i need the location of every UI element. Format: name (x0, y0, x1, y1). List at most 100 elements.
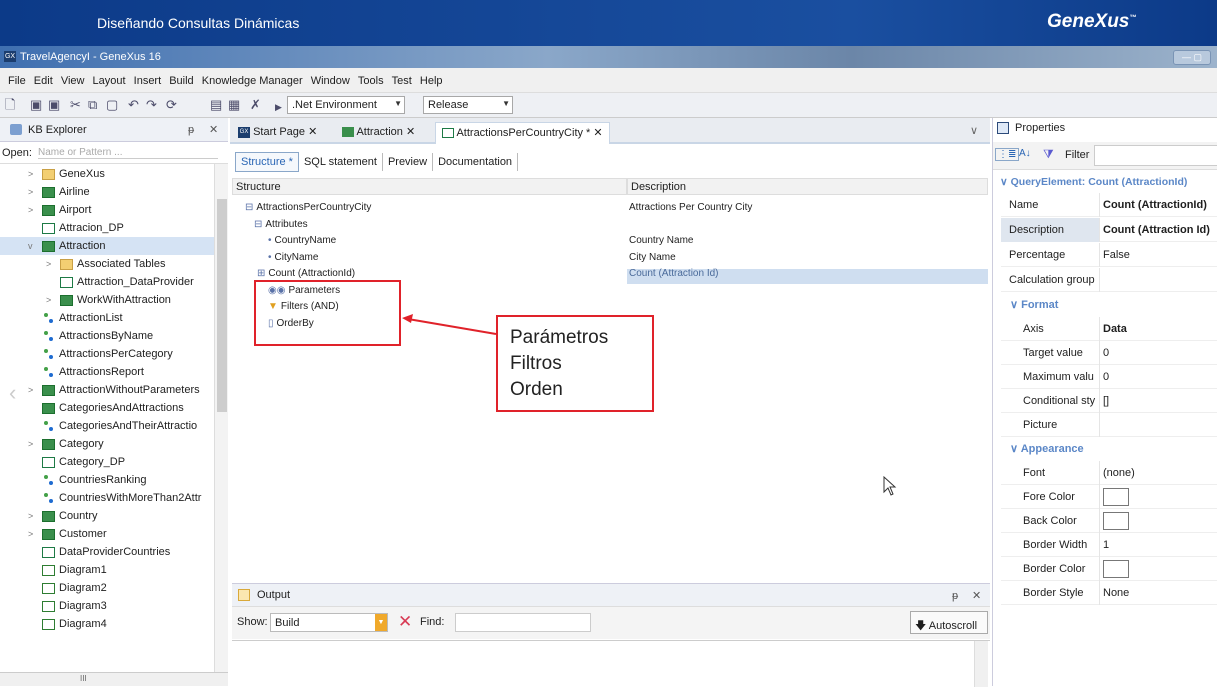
property-row[interactable]: Font (none) (1001, 461, 1217, 485)
menu-edit[interactable]: Edit (34, 75, 53, 87)
menu-file[interactable]: File (8, 75, 26, 87)
kb-tree-item[interactable]: CategoriesAndAttractions (0, 399, 214, 417)
property-value[interactable]: Count (Attraction Id) (1103, 218, 1210, 242)
pin-icon[interactable]: ᵽ (188, 124, 194, 136)
refresh-icon[interactable]: ⟳ (166, 98, 177, 112)
close-icon[interactable]: ✕ (593, 127, 602, 139)
kb-tree-item[interactable]: Diagram2 (0, 579, 214, 597)
query-element-header[interactable]: ∨ QueryElement: Count (AttractionId) (1000, 176, 1187, 188)
kb-tree-scrollbar[interactable] (214, 164, 228, 672)
open-pattern-input[interactable]: Name or Pattern ... (38, 147, 218, 159)
new-object-icon[interactable]: 🗋 (5, 98, 15, 112)
copy-icon[interactable]: ⧉ (88, 98, 97, 112)
kb-tree-item[interactable]: CategoriesAndTheirAttractio (0, 417, 214, 435)
close-icon[interactable]: ✕ (406, 126, 415, 138)
kb-tree-item[interactable]: Diagram3 (0, 597, 214, 615)
kb-tree-item[interactable]: CountriesRanking (0, 471, 214, 489)
chevron-right-icon[interactable]: > (28, 183, 33, 201)
subtab-preview[interactable]: Preview (383, 153, 434, 171)
property-row[interactable]: Axis Data (1001, 317, 1217, 341)
property-row[interactable]: Calculation group (1001, 268, 1217, 292)
kb-tree-item[interactable]: > WorkWithAttraction (0, 291, 214, 309)
structure-row[interactable]: • CityName (268, 250, 318, 266)
configuration-select[interactable]: Release ▼ (423, 96, 513, 114)
property-row[interactable]: Name Count (AttractionId) (1001, 193, 1217, 217)
property-value[interactable]: Data (1103, 317, 1127, 341)
kb-tree-item[interactable]: AttractionsReport (0, 363, 214, 381)
color-swatch[interactable] (1103, 488, 1129, 506)
close-icon[interactable]: ✕ (972, 589, 981, 602)
find-input[interactable] (455, 613, 591, 632)
property-row[interactable]: Maximum valu 0 (1001, 365, 1217, 389)
tab-start-page[interactable]: GX Start Page ✕ (232, 122, 323, 144)
menu-view[interactable]: View (61, 75, 85, 87)
kb-tree-item[interactable]: > Associated Tables (0, 255, 214, 273)
kb-tree-item[interactable]: DataProviderCountries (0, 543, 214, 561)
property-value[interactable]: 1 (1103, 533, 1109, 557)
menu-test[interactable]: Test (392, 75, 412, 87)
kb-tree-item[interactable]: CountriesWithMoreThan2Attr (0, 489, 214, 507)
format-category[interactable]: ∨ Format (1010, 298, 1058, 311)
filter-input[interactable] (1094, 145, 1217, 166)
property-row[interactable]: Conditional sty [] (1001, 389, 1217, 413)
property-row[interactable]: Target value 0 (1001, 341, 1217, 365)
chevron-right-icon[interactable]: > (28, 525, 33, 543)
chevron-right-icon[interactable]: > (28, 507, 33, 525)
property-row[interactable]: Percentage False (1001, 243, 1217, 267)
subtab-documentation[interactable]: Documentation (433, 153, 519, 171)
kb-tree-item[interactable]: AttractionsPerCategory (0, 345, 214, 363)
clear-icon[interactable]: ✕ (398, 612, 412, 632)
property-row[interactable]: Picture (1001, 413, 1217, 437)
save-icon[interactable]: ▣ (30, 98, 42, 112)
chevron-right-icon[interactable]: > (28, 381, 33, 399)
appearance-category[interactable]: ∨ Appearance (1010, 442, 1084, 455)
output-scrollbar[interactable] (974, 641, 988, 687)
categorized-icon[interactable]: ⋮≣ (995, 148, 1020, 161)
chevron-right-icon[interactable]: > (28, 165, 33, 183)
tab-attractions-per-country-city[interactable]: AttractionsPerCountryCity * ✕ (435, 122, 610, 144)
kb-tree-item[interactable]: v Attraction (0, 237, 214, 255)
run-icon[interactable]: ▶ (275, 100, 282, 114)
property-row[interactable]: Fore Color (1001, 485, 1217, 509)
sort-az-icon[interactable]: A↓ (1019, 148, 1031, 159)
menu-knowledge-manager[interactable]: Knowledge Manager (202, 75, 303, 87)
kb-tree-item[interactable]: > Country (0, 507, 214, 525)
structure-row[interactable]: • CountryName (268, 233, 336, 249)
kb-tree-item[interactable]: Diagram4 (0, 615, 214, 633)
property-row[interactable]: Back Color (1001, 509, 1217, 533)
property-row[interactable]: Border Width 1 (1001, 533, 1217, 557)
property-value[interactable]: Count (AttractionId) (1103, 193, 1207, 217)
chevron-right-icon[interactable]: > (46, 255, 51, 273)
structure-row[interactable]: ⊟ AttractionsPerCountryCity (245, 200, 371, 216)
property-value[interactable]: None (1103, 581, 1129, 605)
property-value[interactable]: False (1103, 243, 1130, 267)
close-icon[interactable]: ✕ (308, 126, 317, 138)
kb-tree-item[interactable]: AttractionsByName (0, 327, 214, 345)
subtab-sql-statement[interactable]: SQL statement (299, 153, 383, 171)
kb-tree-item[interactable]: > GeneXus (0, 165, 214, 183)
menu-window[interactable]: Window (311, 75, 350, 87)
undo-icon[interactable]: ↶ (128, 98, 139, 112)
chevron-down-icon[interactable]: v (28, 237, 33, 255)
kb-tree-item[interactable]: > Customer (0, 525, 214, 543)
menu-insert[interactable]: Insert (134, 75, 162, 87)
close-icon[interactable]: ✕ (209, 123, 218, 136)
property-row[interactable]: Description Count (Attraction Id) (1001, 218, 1217, 242)
kb-tree-item[interactable]: > Category (0, 435, 214, 453)
menu-help[interactable]: Help (420, 75, 443, 87)
save-all-icon[interactable]: ▣ (48, 98, 60, 112)
kb-tree-item[interactable]: > Airline (0, 183, 214, 201)
menu-layout[interactable]: Layout (93, 75, 126, 87)
kb-tree-item[interactable]: Attraction_DataProvider (0, 273, 214, 291)
menu-tools[interactable]: Tools (358, 75, 384, 87)
subtab-structure[interactable]: Structure * (235, 152, 299, 172)
structure-row[interactable]: ⊟ Attributes (254, 217, 308, 233)
kb-tree-item[interactable]: > AttractionWithoutParameters (0, 381, 214, 399)
tab-attraction[interactable]: Attraction ✕ (336, 122, 421, 144)
kb-tree-item[interactable]: Category_DP (0, 453, 214, 471)
autoscroll-button[interactable]: 🡇 Autoscroll (910, 611, 988, 634)
window-controls[interactable]: — ▢ (1173, 50, 1211, 65)
kb-tree-hscrollbar[interactable]: III (0, 672, 228, 686)
build-icon[interactable]: ▤ (210, 98, 222, 112)
kb-tree-item[interactable]: AttractionList (0, 309, 214, 327)
